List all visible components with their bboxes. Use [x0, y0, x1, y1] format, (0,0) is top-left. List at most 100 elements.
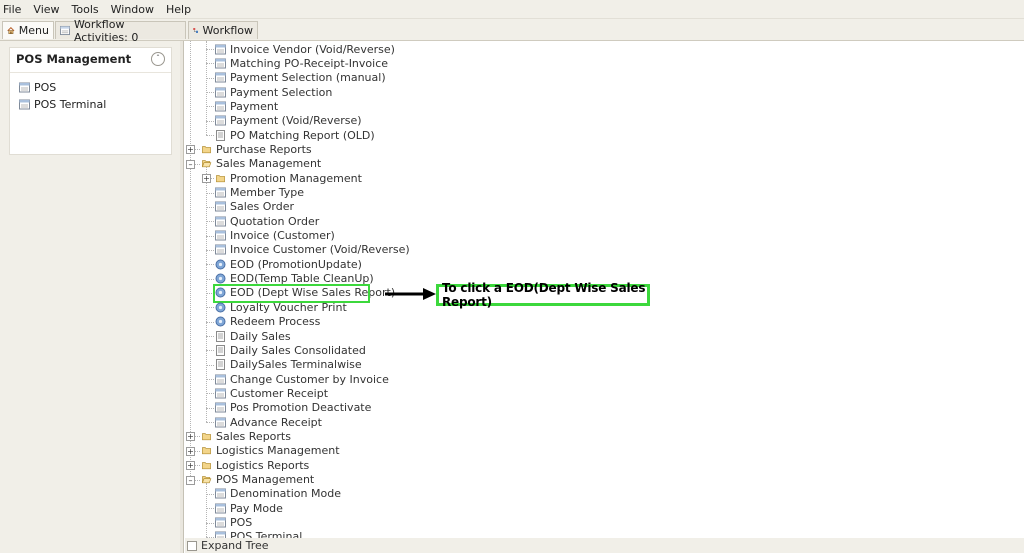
tree-item-promotion-management[interactable]: Promotion Management: [215, 171, 362, 185]
tree-connector: [206, 393, 214, 395]
tree-connector: [206, 106, 214, 108]
tree-item-payment-selection-manual[interactable]: Payment Selection (manual): [215, 71, 386, 85]
tree-connector: [206, 63, 214, 65]
tree-item-dailysales-terminalwise[interactable]: DailySales Terminalwise: [215, 358, 362, 372]
tree-item-invoice-customer[interactable]: Invoice (Customer): [215, 229, 335, 243]
report-icon: [216, 359, 225, 371]
folder-open-icon: [201, 476, 212, 484]
tree-item-label: Logistics Reports: [216, 458, 310, 472]
tree-item-sales-order[interactable]: Sales Order: [215, 200, 294, 214]
window-icon: [19, 82, 30, 93]
tree-item-label: Daily Sales: [230, 329, 291, 343]
tree-connector: [206, 221, 214, 223]
expand-toggle-icon[interactable]: +: [186, 432, 195, 442]
window-icon: [215, 244, 226, 255]
expand-toggle-icon[interactable]: +: [202, 174, 211, 184]
tree-item-label: DailySales Terminalwise: [230, 358, 362, 372]
arrow-icon: [385, 288, 436, 300]
workflow-icon: [193, 28, 199, 33]
tree-connector: [206, 522, 214, 524]
tab-menu[interactable]: Menu: [2, 21, 54, 39]
tree-item-invoice-vendor-void-reverse[interactable]: Invoice Vendor (Void/Reverse): [215, 42, 395, 56]
tree-item-pos-terminal[interactable]: POS Terminal: [215, 530, 302, 538]
tab-label: Workflow: [202, 24, 253, 37]
tree-connector: [206, 493, 214, 495]
tree-connector: [206, 350, 214, 352]
tree-item-logistics-reports[interactable]: Logistics Reports: [201, 458, 309, 472]
menu-window[interactable]: Window: [107, 3, 162, 16]
collapse-toggle-icon[interactable]: –: [186, 475, 195, 485]
menu-bar: File View Tools Window Help: [0, 0, 1024, 19]
tree-connector: [206, 206, 214, 208]
tree-item-logistics-management[interactable]: Logistics Management: [201, 444, 340, 458]
tree-item-label: Payment (Void/Reverse): [230, 114, 362, 128]
tree-item-pos-management[interactable]: POS Management: [201, 473, 314, 487]
window-icon: [215, 58, 226, 69]
tree-item-payment-void-reverse[interactable]: Payment (Void/Reverse): [215, 114, 362, 128]
tree-connector: [206, 120, 214, 122]
tree-item-denomination-mode[interactable]: Denomination Mode: [215, 487, 341, 501]
tree-item-change-customer-by-invoice[interactable]: Change Customer by Invoice: [215, 372, 389, 386]
tree-item-matching-po-receipt-invoice[interactable]: Matching PO-Receipt-Invoice: [215, 56, 388, 70]
tree-item-customer-receipt[interactable]: Customer Receipt: [215, 386, 328, 400]
tab-bar: Menu Workflow Activities: 0 Workflow: [0, 18, 1024, 44]
tree-item-daily-sales-consolidated[interactable]: Daily Sales Consolidated: [215, 343, 366, 357]
tree-item-pos[interactable]: POS: [215, 516, 252, 530]
tree-item-label: Customer Receipt: [230, 386, 329, 400]
menu-help[interactable]: Help: [162, 3, 199, 16]
tree-item-redeem-process[interactable]: Redeem Process: [215, 315, 320, 329]
folder-icon: [216, 174, 225, 182]
process-icon: [215, 302, 226, 313]
tree-item-label: Payment: [230, 99, 279, 113]
expand-toggle-icon[interactable]: +: [186, 145, 195, 155]
tree-item-pay-mode[interactable]: Pay Mode: [215, 501, 283, 515]
collapse-toggle-icon[interactable]: –: [186, 159, 195, 169]
tree-item-payment-selection[interactable]: Payment Selection: [215, 85, 332, 99]
menu-view[interactable]: View: [29, 3, 67, 16]
folder-icon: [202, 447, 211, 455]
expand-toggle-icon[interactable]: +: [186, 446, 195, 456]
tree-connector: [206, 77, 214, 79]
window-icon: [215, 503, 226, 514]
tree-item-payment[interactable]: Payment: [215, 99, 278, 113]
tree-item-label: Denomination Mode: [230, 487, 341, 501]
panel-item-pos-terminal[interactable]: POS Terminal: [19, 98, 106, 111]
tree-item-quotation-order[interactable]: Quotation Order: [215, 214, 319, 228]
tab-workflow-activities[interactable]: Workflow Activities: 0: [55, 18, 186, 44]
tree-item-invoice-customer-void-reverse[interactable]: Invoice Customer (Void/Reverse): [215, 243, 410, 257]
report-icon: [216, 344, 225, 356]
expand-tree-checkbox[interactable]: [187, 540, 197, 551]
tree-item-label: Advance Receipt: [230, 415, 322, 429]
tree-connector: [206, 278, 214, 280]
tree-item-sales-management[interactable]: Sales Management: [201, 157, 321, 171]
tree-item-label: Promotion Management: [230, 171, 362, 185]
tree-connector: [206, 508, 214, 510]
tree-item-daily-sales[interactable]: Daily Sales: [215, 329, 291, 343]
process-icon: [215, 316, 226, 327]
expand-tree-label[interactable]: Expand Tree: [201, 539, 269, 552]
tree-item-po-matching-report-old[interactable]: PO Matching Report (OLD): [215, 128, 375, 142]
menu-file[interactable]: File: [0, 3, 29, 16]
tree-connector: [206, 264, 214, 266]
tree-item-member-type[interactable]: Member Type: [215, 186, 304, 200]
menu-tools[interactable]: Tools: [68, 3, 107, 16]
tab-workflow[interactable]: Workflow: [188, 21, 258, 39]
tree-connector: [206, 135, 214, 137]
tab-label: Menu: [18, 24, 49, 37]
tree-item-eod-promotionupdate[interactable]: EOD (PromotionUpdate): [215, 257, 362, 271]
tree-item-pos-promotion-deactivate[interactable]: Pos Promotion Deactivate: [215, 401, 371, 415]
tree-item-purchase-reports[interactable]: Purchase Reports: [201, 142, 312, 156]
tree-item-label: Invoice (Customer): [230, 229, 335, 243]
tree-item-label: Daily Sales Consolidated: [230, 343, 366, 357]
tree-item-loyalty-voucher-print[interactable]: Loyalty Voucher Print: [215, 300, 347, 314]
tree-item-advance-receipt[interactable]: Advance Receipt: [215, 415, 322, 429]
expand-toggle-icon[interactable]: +: [186, 461, 195, 471]
panel-splitter[interactable]: [180, 41, 184, 553]
tree-item-label: POS Management: [216, 473, 315, 486]
collapse-icon[interactable]: ˆ: [151, 52, 165, 66]
tree-item-label: POS: [230, 516, 253, 530]
panel-item-pos[interactable]: POS: [19, 81, 56, 94]
folder-icon: [202, 146, 211, 154]
window-icon: [215, 44, 226, 54]
tree-item-sales-reports[interactable]: Sales Reports: [201, 429, 291, 443]
